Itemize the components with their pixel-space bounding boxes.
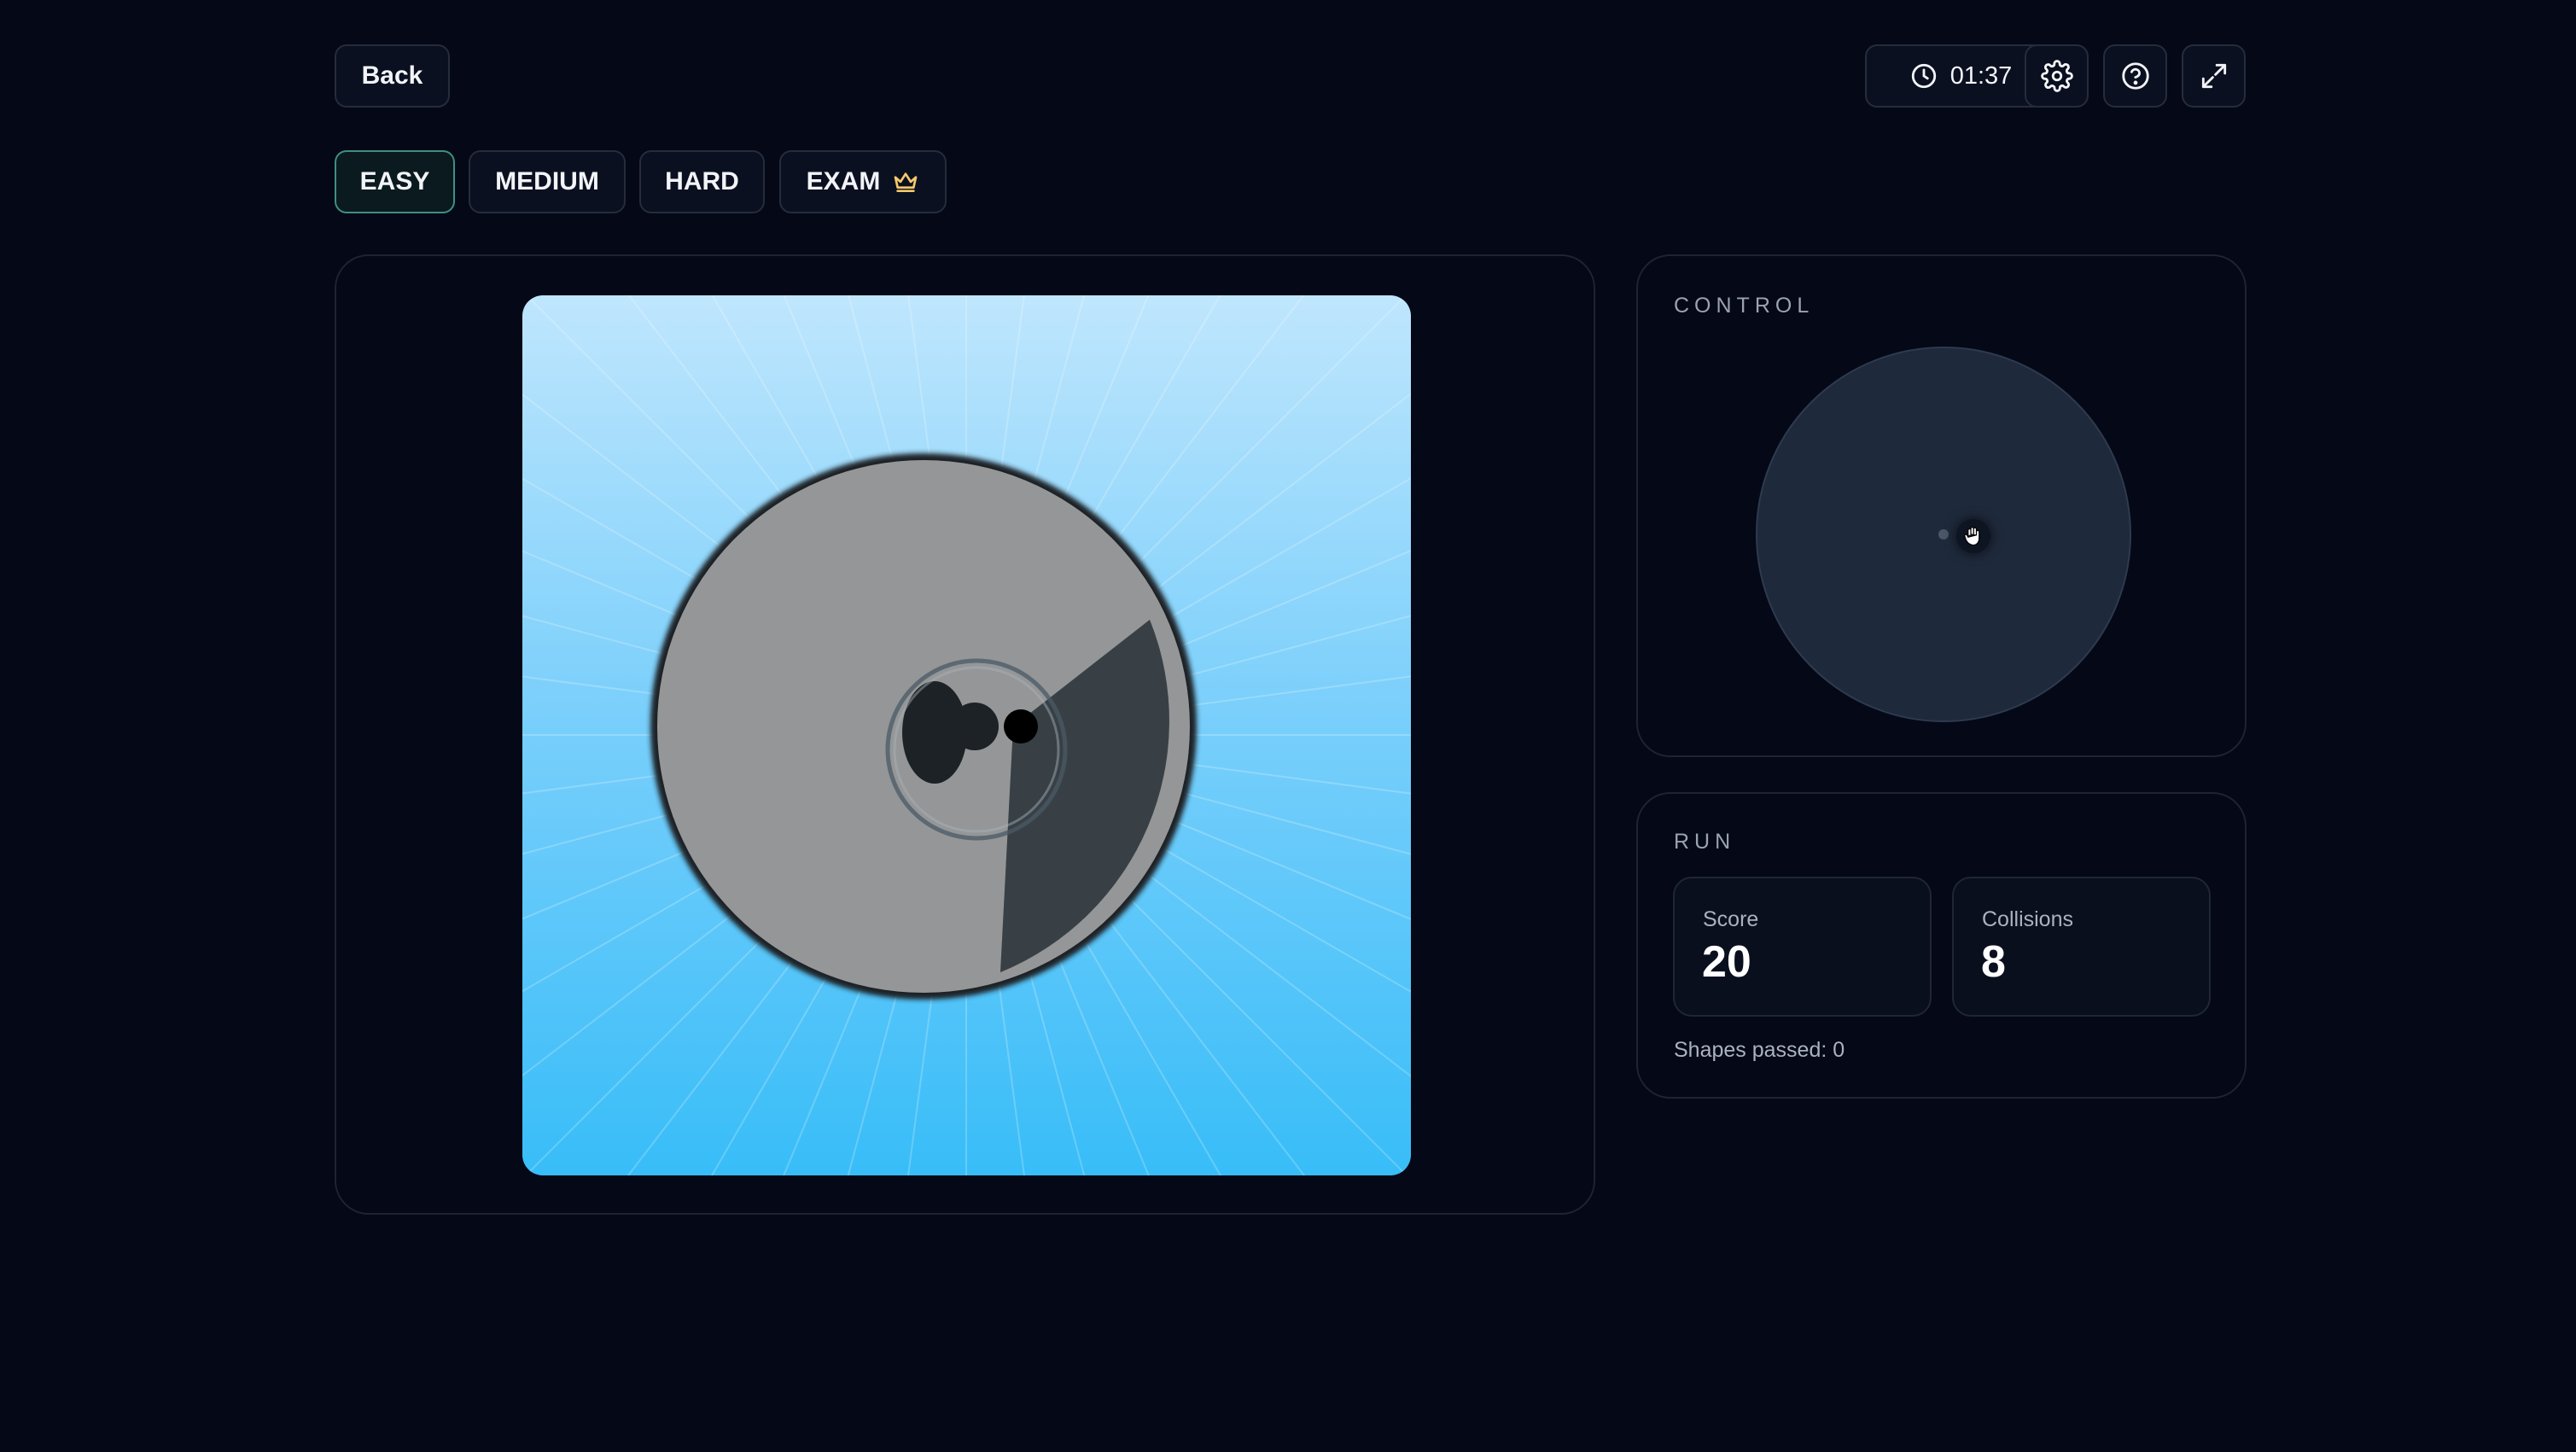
collisions-value: 8 <box>1981 937 2006 987</box>
run-title: RUN <box>1674 830 1736 854</box>
difficulty-hard-label: HARD <box>665 167 739 195</box>
difficulty-easy-tab[interactable]: EASY <box>335 150 455 213</box>
difficulty-easy-label: EASY <box>359 167 430 195</box>
joystick-center-dot <box>1938 529 1949 539</box>
score-value: 20 <box>1702 937 1751 987</box>
difficulty-exam-label: EXAM <box>806 167 881 195</box>
collisions-label: Collisions <box>1982 907 2073 931</box>
joystick-pad[interactable] <box>1756 347 2131 722</box>
game-canvas[interactable] <box>522 295 1411 1175</box>
disc-obstacle <box>650 453 1197 1000</box>
game-panel <box>335 254 1595 1215</box>
back-button-label: Back <box>361 61 423 90</box>
timer-value: 01:37 <box>1949 61 2013 90</box>
expand-icon <box>2201 63 2226 89</box>
score-label: Score <box>1703 907 1759 931</box>
settings-button[interactable] <box>2025 44 2089 108</box>
control-panel: CONTROL <box>1636 254 2247 757</box>
run-panel: RUN Score 20 Collisions 8 Shapes passed:… <box>1636 792 2247 1099</box>
back-button[interactable]: Back <box>335 44 450 108</box>
crown-icon <box>895 172 918 192</box>
player-ball <box>1004 709 1038 743</box>
difficulty-medium-label: MEDIUM <box>495 167 599 195</box>
grab-hand-icon <box>1964 527 1980 546</box>
score-card: Score 20 <box>1673 877 1932 1017</box>
joystick-knob[interactable] <box>1956 519 1990 553</box>
difficulty-hard-tab[interactable]: HARD <box>639 150 765 213</box>
help-button[interactable] <box>2103 44 2167 108</box>
shapes-passed-text: Shapes passed: 0 <box>1674 1038 1845 1062</box>
help-circle-icon <box>2121 62 2149 90</box>
collisions-card: Collisions 8 <box>1952 877 2211 1017</box>
difficulty-medium-tab[interactable]: MEDIUM <box>469 150 626 213</box>
control-title: CONTROL <box>1674 294 1815 318</box>
difficulty-exam-tab[interactable]: EXAM <box>779 150 947 213</box>
clock-icon <box>1911 63 1936 89</box>
fullscreen-button[interactable] <box>2182 44 2246 108</box>
gear-icon <box>2040 60 2073 92</box>
